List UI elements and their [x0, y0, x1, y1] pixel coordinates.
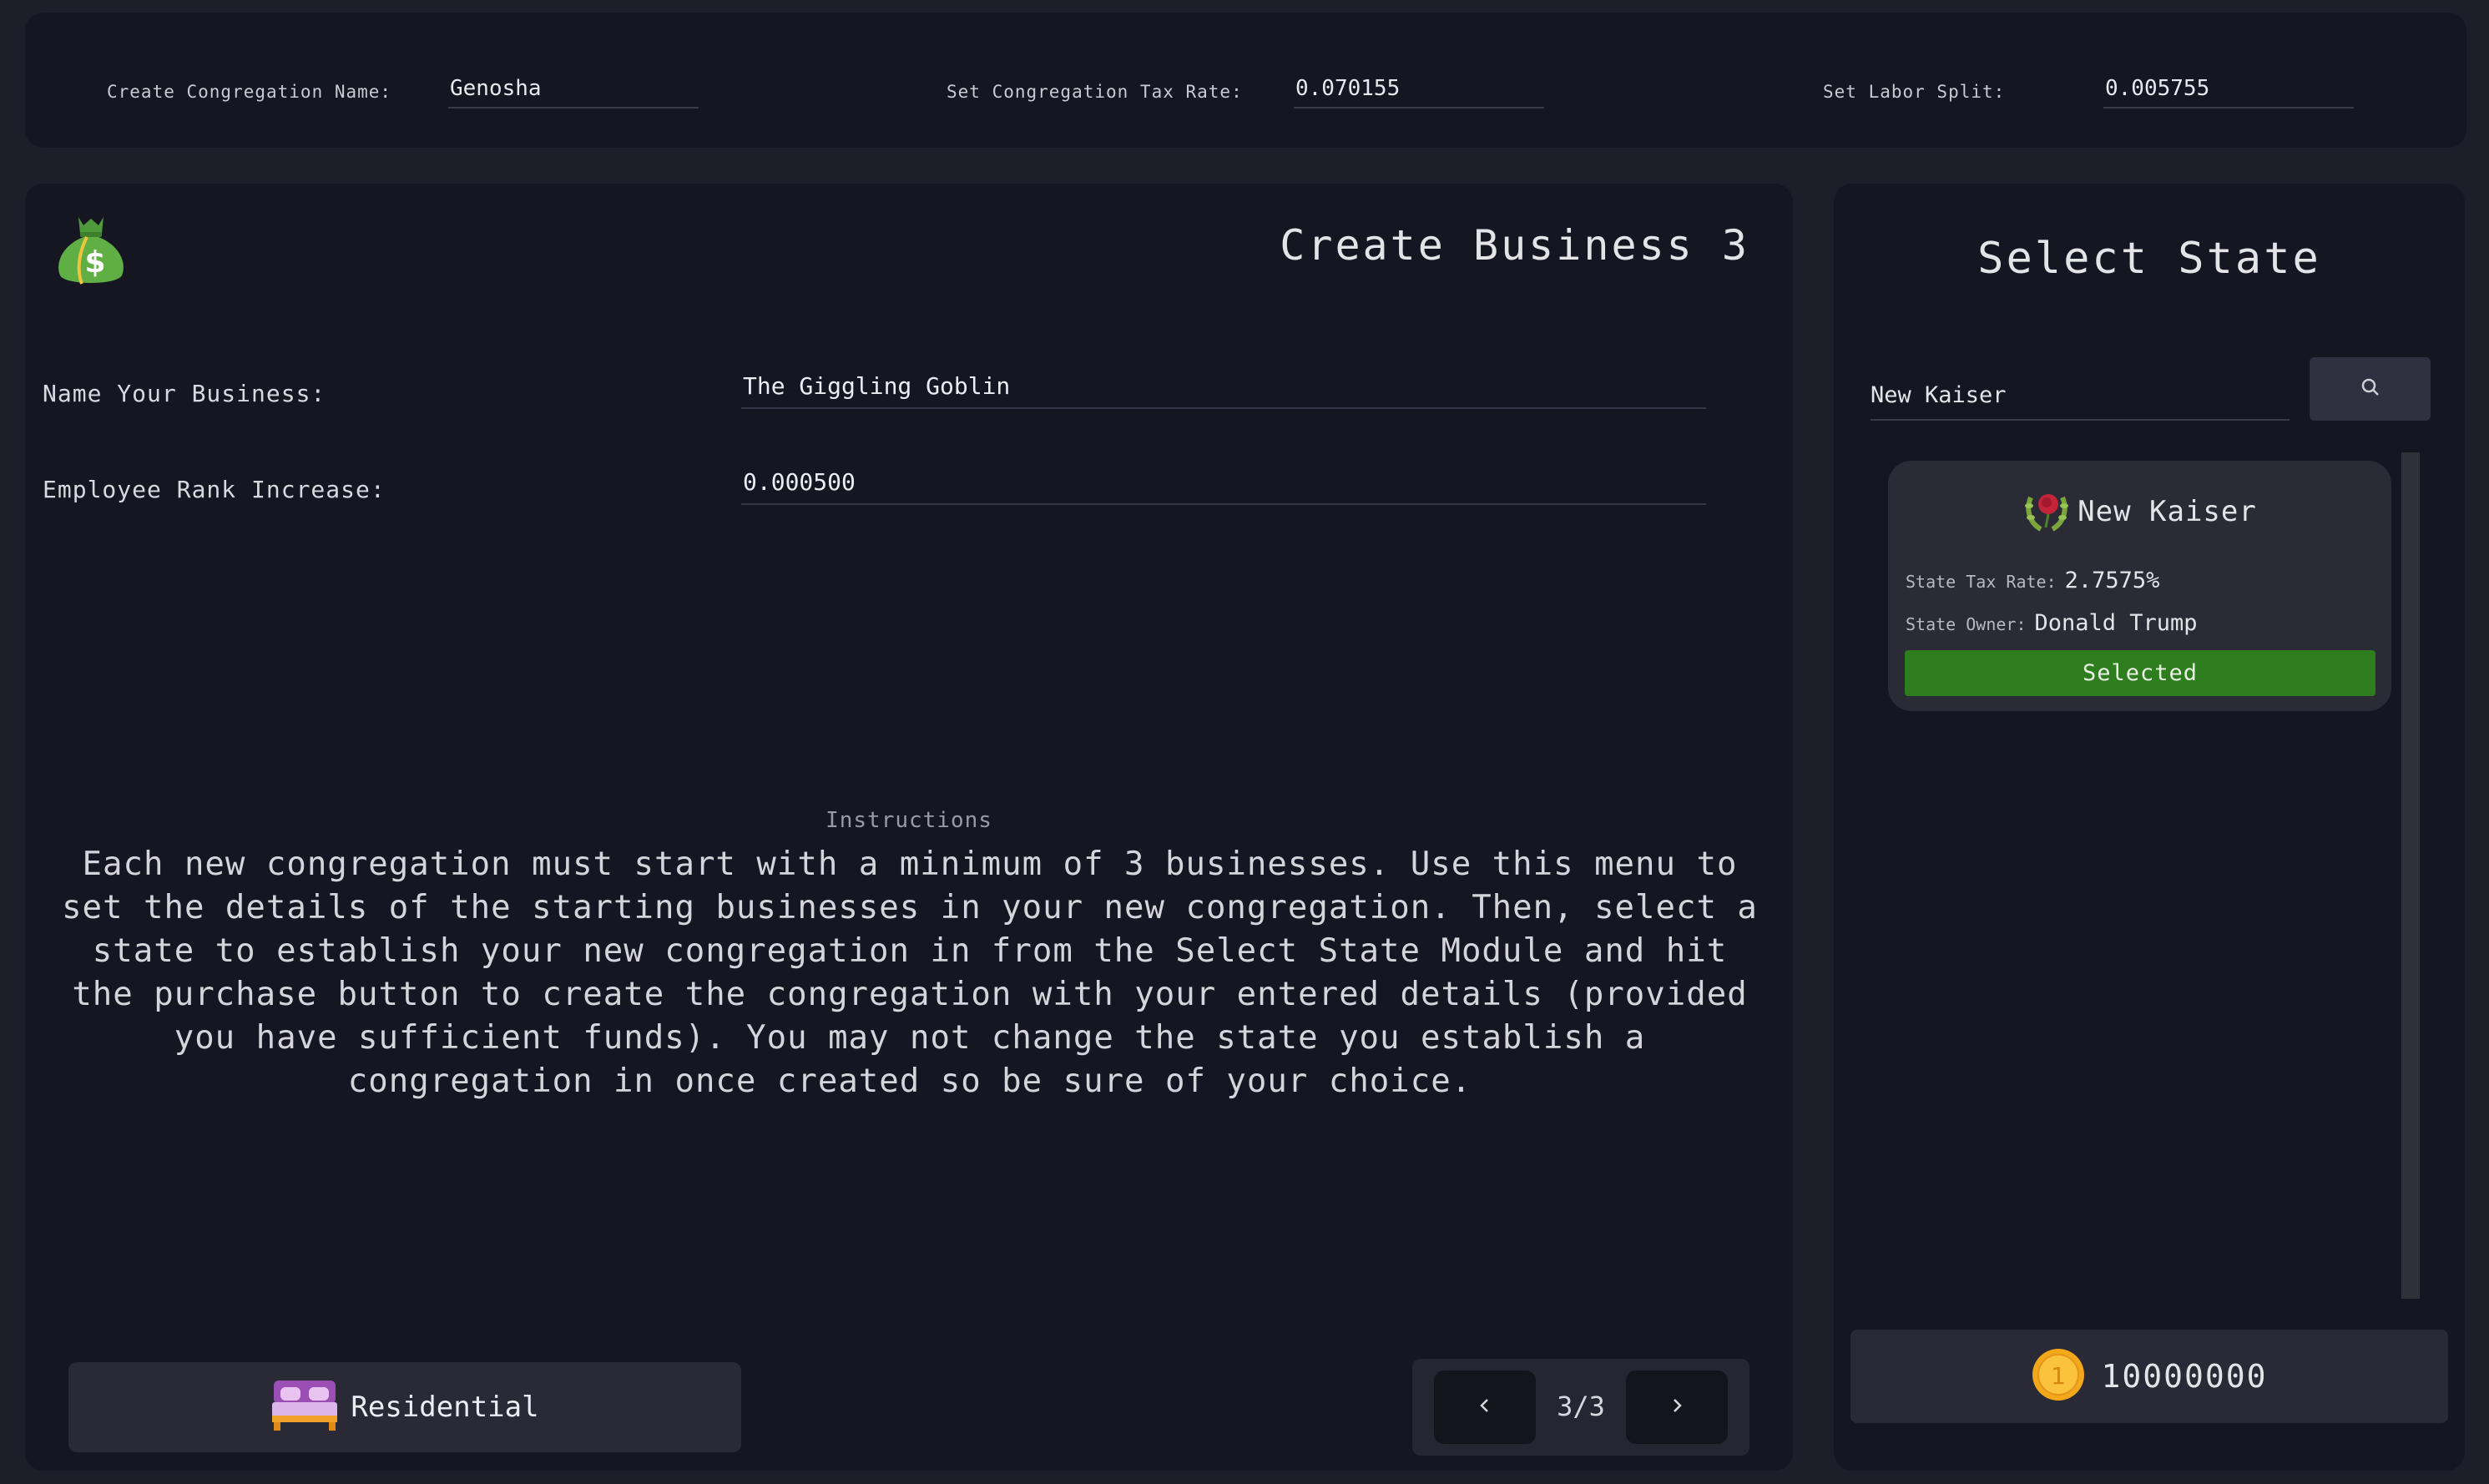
state-tax-row: State Tax Rate: 2.7575% — [1906, 568, 2159, 593]
svg-text:1: 1 — [2052, 1362, 2067, 1390]
instructions-text: Each new congregation must start with a … — [62, 845, 1758, 1100]
select-state-button[interactable]: Selected — [1905, 650, 2375, 696]
state-owner-label: State Owner: — [1906, 614, 2027, 634]
search-icon — [2360, 376, 2381, 401]
chevron-right-icon — [1669, 1397, 1685, 1417]
next-business-button[interactable] — [1626, 1370, 1728, 1444]
state-card[interactable]: New Kaiser State Tax Rate: 2.7575% State… — [1888, 461, 2391, 711]
state-owner-value: Donald Trump — [2034, 610, 2198, 636]
state-search-input[interactable]: New Kaiser — [1871, 372, 2290, 421]
business-type-label: Residential — [351, 1391, 539, 1424]
svg-text:$: $ — [84, 245, 105, 280]
funds-amount: 10000000 — [2101, 1358, 2268, 1395]
labor-split-input[interactable]: 0.005755 — [2103, 76, 2354, 109]
state-owner-row: State Owner: Donald Trump — [1906, 610, 2198, 636]
rank-increase-label: Employee Rank Increase: — [43, 476, 386, 503]
state-panel-title: Select State — [1977, 234, 2321, 284]
money-bag-icon: $ — [53, 212, 129, 287]
state-list-scrollbar[interactable] — [2401, 452, 2420, 1299]
select-state-panel: Select State New Kaiser New Kaiser State… — [1834, 184, 2465, 1471]
bed-icon — [270, 1375, 339, 1440]
congregation-tax-label: Set Congregation Tax Rate: — [947, 82, 1243, 102]
business-name-input[interactable]: The Giggling Goblin — [741, 369, 1706, 409]
funds-display: 1 10000000 — [1850, 1330, 2448, 1423]
rank-increase-input[interactable]: 0.000500 — [741, 465, 1706, 505]
congregation-name-input[interactable]: Genosha — [448, 76, 699, 109]
instructions-heading: Instructions — [825, 808, 992, 833]
state-tax-value: 2.7575% — [2064, 568, 2160, 593]
state-card-name: New Kaiser — [2078, 495, 2257, 528]
page-title: Create Business 3 — [1280, 221, 1749, 270]
create-business-panel: $ Create Business 3 Name Your Business: … — [25, 184, 1793, 1471]
business-name-label: Name Your Business: — [43, 380, 326, 407]
business-type-button[interactable]: Residential — [68, 1362, 741, 1452]
business-pager: 3/3 — [1412, 1359, 1749, 1456]
coin-icon: 1 — [2031, 1347, 2086, 1406]
state-card-header: New Kaiser — [1888, 486, 2391, 538]
labor-split-label: Set Labor Split: — [1823, 82, 2006, 102]
congregation-tax-input[interactable]: 0.070155 — [1294, 76, 1544, 109]
search-button[interactable] — [2310, 357, 2431, 421]
state-tax-label: State Tax Rate: — [1906, 572, 2057, 592]
congregation-settings-bar: Create Congregation Name: Genosha Set Co… — [25, 13, 2466, 148]
rose-wreath-icon — [2022, 486, 2071, 538]
congregation-name-label: Create Congregation Name: — [107, 82, 392, 102]
